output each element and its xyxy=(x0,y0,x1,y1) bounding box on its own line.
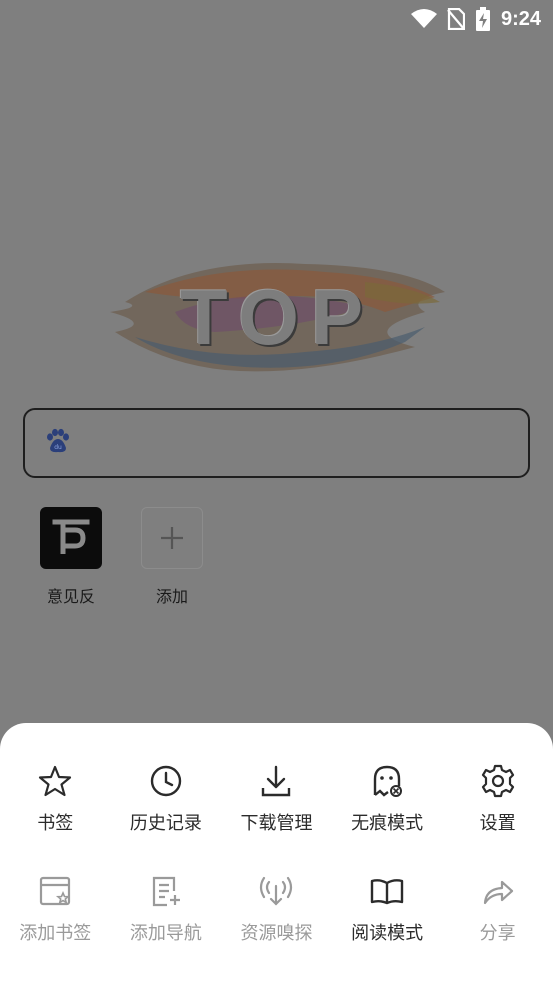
status-time: 9:24 xyxy=(500,7,541,30)
menu-downloads[interactable]: 下载管理 xyxy=(221,763,332,843)
menu-label: 阅读模式 xyxy=(351,923,424,944)
menu-settings[interactable]: 设置 xyxy=(442,763,553,843)
search-input[interactable] xyxy=(71,410,528,476)
menu-history[interactable]: 历史记录 xyxy=(111,763,222,843)
gear-icon xyxy=(480,763,516,799)
menu-label: 设置 xyxy=(479,813,516,834)
ghost-icon xyxy=(369,763,405,799)
feedback-app-icon[interactable] xyxy=(40,507,102,569)
menu-label: 添加导航 xyxy=(129,923,202,944)
shortcut-add[interactable]: 添加 xyxy=(127,507,217,607)
status-bar: 9:24 xyxy=(0,0,553,38)
menu-row-primary: 书签 历史记录 下载管理 无痕模式 设置 xyxy=(0,763,553,843)
download-icon xyxy=(258,763,294,799)
svg-text:du: du xyxy=(54,444,62,451)
menu-incognito[interactable]: 无痕模式 xyxy=(332,763,443,843)
menu-label: 分享 xyxy=(479,923,516,944)
menu-label: 历史记录 xyxy=(129,813,202,834)
book-icon xyxy=(369,873,405,909)
shortcut-feedback[interactable]: 意见反 xyxy=(26,507,116,607)
menu-reading-mode[interactable]: 阅读模式 xyxy=(332,873,443,953)
menu-bookmarks[interactable]: 书签 xyxy=(0,763,111,843)
battery-charging-icon xyxy=(475,7,491,31)
top-logo: TOP xyxy=(105,252,450,382)
shortcut-label: 意见反 xyxy=(46,587,95,606)
menu-share[interactable]: 分享 xyxy=(442,873,553,953)
star-icon xyxy=(37,763,73,799)
logo-text: TOP xyxy=(180,272,375,361)
share-icon xyxy=(480,873,516,909)
add-navigation-icon xyxy=(148,873,184,909)
menu-label: 资源嗅探 xyxy=(240,923,313,944)
menu-resource-sniff[interactable]: 资源嗅探 xyxy=(221,873,332,953)
plus-icon[interactable] xyxy=(141,507,203,569)
no-sim-icon xyxy=(447,8,465,30)
menu-label: 书签 xyxy=(37,813,74,834)
menu-label: 添加书签 xyxy=(19,923,92,944)
menu-label: 下载管理 xyxy=(240,813,313,834)
wifi-icon xyxy=(410,9,437,29)
shortcut-label: 添加 xyxy=(155,587,188,606)
menu-row-secondary: 添加书签 添加导航 资源嗅探 阅读模式 分享 xyxy=(0,873,553,953)
add-bookmark-icon xyxy=(37,873,73,909)
bottom-menu-sheet: 书签 历史记录 下载管理 无痕模式 设置 添加书签 添加导航 资源嗅探 阅读模式… xyxy=(0,723,553,983)
baidu-paw-icon[interactable]: du xyxy=(45,428,71,458)
resource-sniff-icon xyxy=(258,873,294,909)
clock-icon xyxy=(148,763,184,799)
menu-label: 无痕模式 xyxy=(351,813,424,834)
menu-add-bookmark[interactable]: 添加书签 xyxy=(0,873,111,953)
menu-add-navigation[interactable]: 添加导航 xyxy=(111,873,222,953)
search-box[interactable]: du xyxy=(23,408,530,478)
